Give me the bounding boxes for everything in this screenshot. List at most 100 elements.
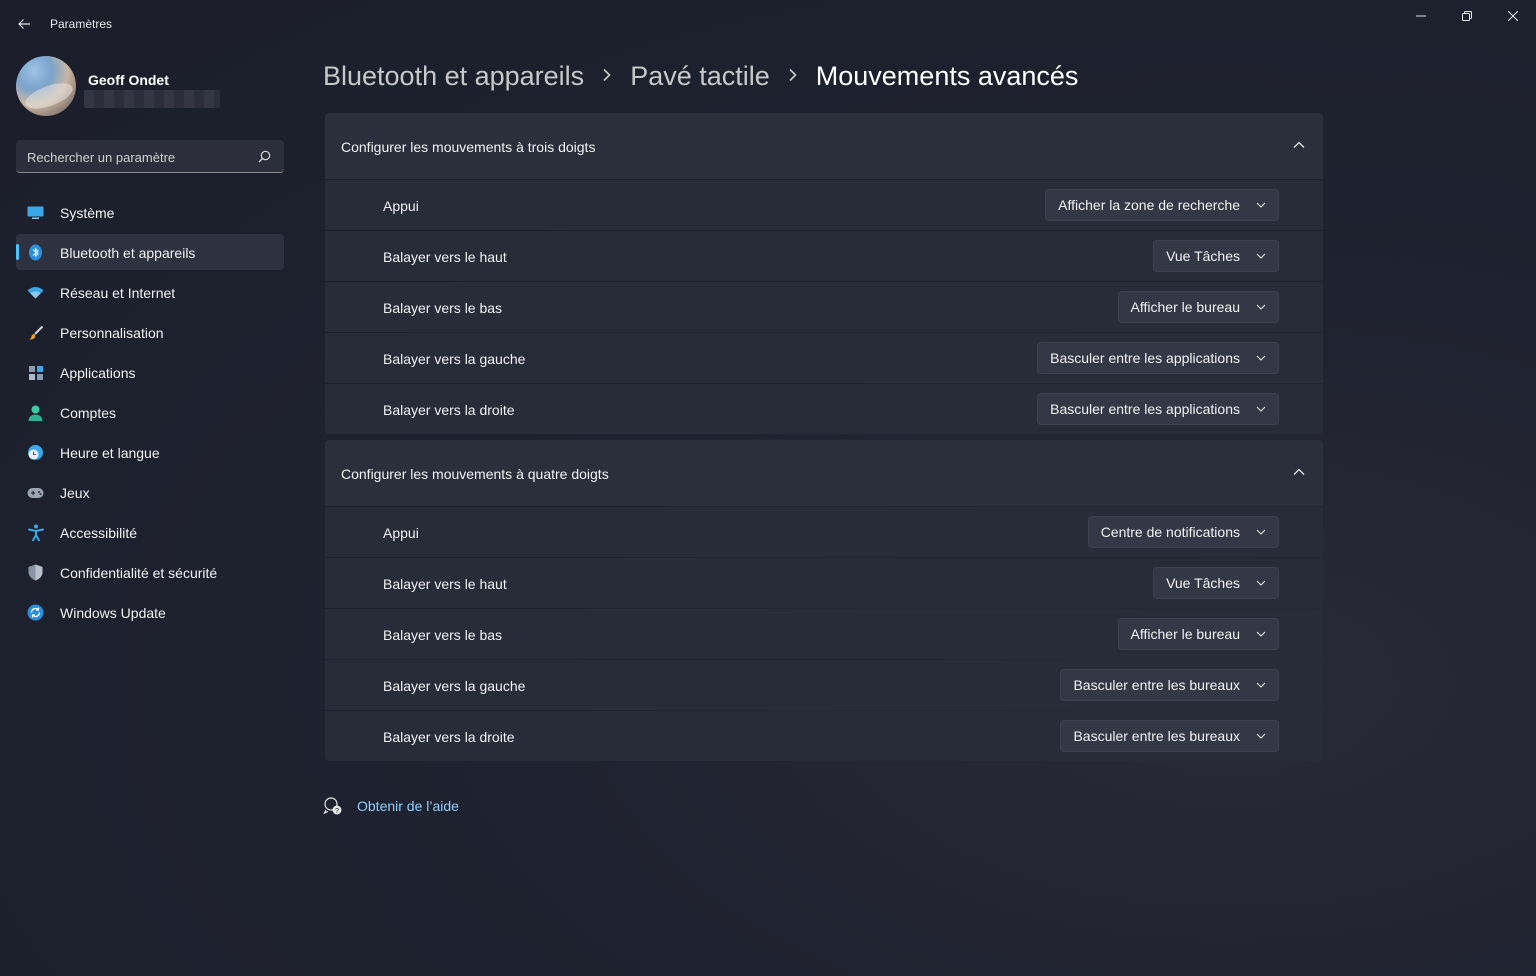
chevron-down-icon [1256, 355, 1266, 361]
wifi-icon [27, 284, 44, 301]
help-chat-icon: ? [323, 797, 342, 815]
back-arrow-icon [18, 19, 30, 29]
gamepad-icon [27, 484, 44, 501]
gesture-dropdown[interactable]: Afficher la zone de recherche [1045, 189, 1279, 221]
chevron-down-icon [1256, 733, 1266, 739]
search-box[interactable]: Rechercher un paramètre [16, 140, 284, 173]
chevron-right-icon [788, 65, 798, 88]
gesture-label: Appui [383, 525, 419, 541]
page-title: Mouvements avancés [815, 60, 1079, 91]
gesture-row: Appui Centre de notifications [325, 507, 1323, 557]
monitor-icon [27, 204, 44, 221]
sidebar-item-label: Bluetooth et appareils [60, 245, 196, 261]
panel-title: Configurer les mouvements à trois doigts [341, 139, 596, 155]
dropdown-value: Basculer entre les bureaux [1073, 728, 1240, 744]
gesture-label: Balayer vers la gauche [383, 678, 526, 694]
gesture-row: Balayer vers le haut Vue Tâches [325, 231, 1323, 281]
person-icon [27, 404, 44, 421]
gesture-label: Balayer vers la droite [383, 402, 515, 418]
sidebar-item-reseau[interactable]: Réseau et Internet [16, 274, 284, 310]
profile-email-redacted [84, 90, 220, 108]
minimize-icon [1416, 15, 1426, 17]
four-finger-gestures-panel: Configurer les mouvements à quatre doigt… [325, 440, 1323, 761]
sidebar-item-windows-update[interactable]: Windows Update [16, 594, 284, 630]
dropdown-value: Basculer entre les applications [1050, 401, 1240, 417]
sidebar-item-applications[interactable]: Applications [16, 354, 284, 390]
get-help-link[interactable]: Obtenir de l’aide [357, 798, 459, 814]
breadcrumb: Bluetooth et appareils Pavé tactile Mouv… [323, 58, 1078, 94]
clock-globe-icon [27, 444, 44, 461]
gesture-dropdown[interactable]: Basculer entre les bureaux [1060, 669, 1279, 701]
search-icon[interactable] [256, 148, 272, 164]
close-button[interactable] [1490, 0, 1536, 32]
sidebar-item-personnalisation[interactable]: Personnalisation [16, 314, 284, 350]
dropdown-value: Basculer entre les applications [1050, 350, 1240, 366]
sidebar-item-label: Applications [60, 365, 136, 381]
sidebar-item-label: Jeux [60, 485, 90, 501]
avatar [16, 56, 76, 116]
gesture-dropdown[interactable]: Afficher le bureau [1117, 618, 1279, 650]
breadcrumb-item-bluetooth[interactable]: Bluetooth et appareils [323, 61, 584, 92]
gesture-row: Balayer vers le bas Afficher le bureau [325, 282, 1323, 332]
sidebar-item-accessibilite[interactable]: Accessibilité [16, 514, 284, 550]
minimize-button[interactable] [1398, 0, 1444, 32]
apps-icon [27, 364, 44, 381]
chevron-right-icon [602, 65, 612, 88]
dropdown-value: Afficher la zone de recherche [1058, 197, 1240, 213]
chevron-up-icon[interactable] [1291, 464, 1307, 480]
chevron-down-icon [1256, 529, 1266, 535]
sidebar-item-jeux[interactable]: Jeux [16, 474, 284, 510]
sidebar-item-bluetooth[interactable]: Bluetooth et appareils [16, 234, 284, 270]
sidebar-item-label: Confidentialité et sécurité [60, 565, 218, 581]
sidebar-item-label: Heure et langue [60, 445, 160, 461]
sidebar-item-label: Réseau et Internet [60, 285, 176, 301]
chevron-down-icon [1256, 202, 1266, 208]
sidebar-item-systeme[interactable]: Système [16, 194, 284, 230]
gesture-dropdown[interactable]: Basculer entre les bureaux [1060, 720, 1279, 752]
dropdown-value: Vue Tâches [1166, 248, 1240, 264]
three-finger-panel-header[interactable]: Configurer les mouvements à trois doigts [325, 113, 1323, 179]
update-icon [27, 604, 44, 621]
sidebar-item-label: Comptes [60, 405, 117, 421]
gesture-row: Balayer vers la droite Basculer entre le… [325, 384, 1323, 434]
gesture-dropdown[interactable]: Basculer entre les applications [1037, 342, 1279, 374]
chevron-down-icon [1256, 682, 1266, 688]
gesture-dropdown[interactable]: Afficher le bureau [1117, 291, 1279, 323]
three-finger-gestures-panel: Configurer les mouvements à trois doigts… [325, 113, 1323, 434]
dropdown-value: Afficher le bureau [1130, 299, 1240, 315]
sidebar-item-comptes[interactable]: Comptes [16, 394, 284, 430]
gesture-label: Balayer vers le haut [383, 576, 507, 592]
gesture-dropdown[interactable]: Vue Tâches [1153, 240, 1279, 272]
chevron-up-icon[interactable] [1291, 137, 1307, 153]
gesture-dropdown[interactable]: Basculer entre les applications [1037, 393, 1279, 425]
sidebar-item-label: Accessibilité [60, 525, 138, 541]
gesture-label: Balayer vers la droite [383, 729, 515, 745]
gesture-label: Balayer vers la gauche [383, 351, 526, 367]
four-finger-panel-header[interactable]: Configurer les mouvements à quatre doigt… [325, 440, 1323, 506]
sidebar-item-heure[interactable]: Heure et langue [16, 434, 284, 470]
back-button[interactable] [10, 10, 38, 38]
user-profile[interactable]: Geoff Ondet [16, 56, 286, 118]
gesture-dropdown[interactable]: Centre de notifications [1087, 516, 1279, 548]
sidebar-item-label: Personnalisation [60, 325, 164, 341]
profile-name: Geoff Ondet [88, 72, 169, 88]
gesture-label: Balayer vers le bas [383, 300, 503, 316]
restore-button[interactable] [1444, 0, 1490, 32]
dropdown-value: Afficher le bureau [1130, 626, 1240, 642]
gesture-dropdown[interactable]: Vue Tâches [1153, 567, 1279, 599]
search-input[interactable]: Rechercher un paramètre [27, 150, 175, 165]
chevron-down-icon [1256, 631, 1266, 637]
sidebar-nav: Système Bluetooth et appareils Réseau et… [16, 194, 284, 634]
shield-icon [27, 564, 44, 581]
restore-icon [1462, 11, 1472, 21]
gesture-row: Balayer vers la droite Basculer entre le… [325, 711, 1323, 761]
sidebar-item-confidentialite[interactable]: Confidentialité et sécurité [16, 554, 284, 590]
gesture-label: Balayer vers le haut [383, 249, 507, 265]
gesture-label: Balayer vers le bas [383, 627, 503, 643]
app-title: Paramètres [50, 17, 113, 31]
gesture-row: Balayer vers le haut Vue Tâches [325, 558, 1323, 608]
sidebar-item-label: Système [60, 205, 115, 221]
panel-title: Configurer les mouvements à quatre doigt… [341, 466, 609, 482]
close-icon [1508, 11, 1518, 21]
breadcrumb-item-touchpad[interactable]: Pavé tactile [630, 61, 770, 92]
